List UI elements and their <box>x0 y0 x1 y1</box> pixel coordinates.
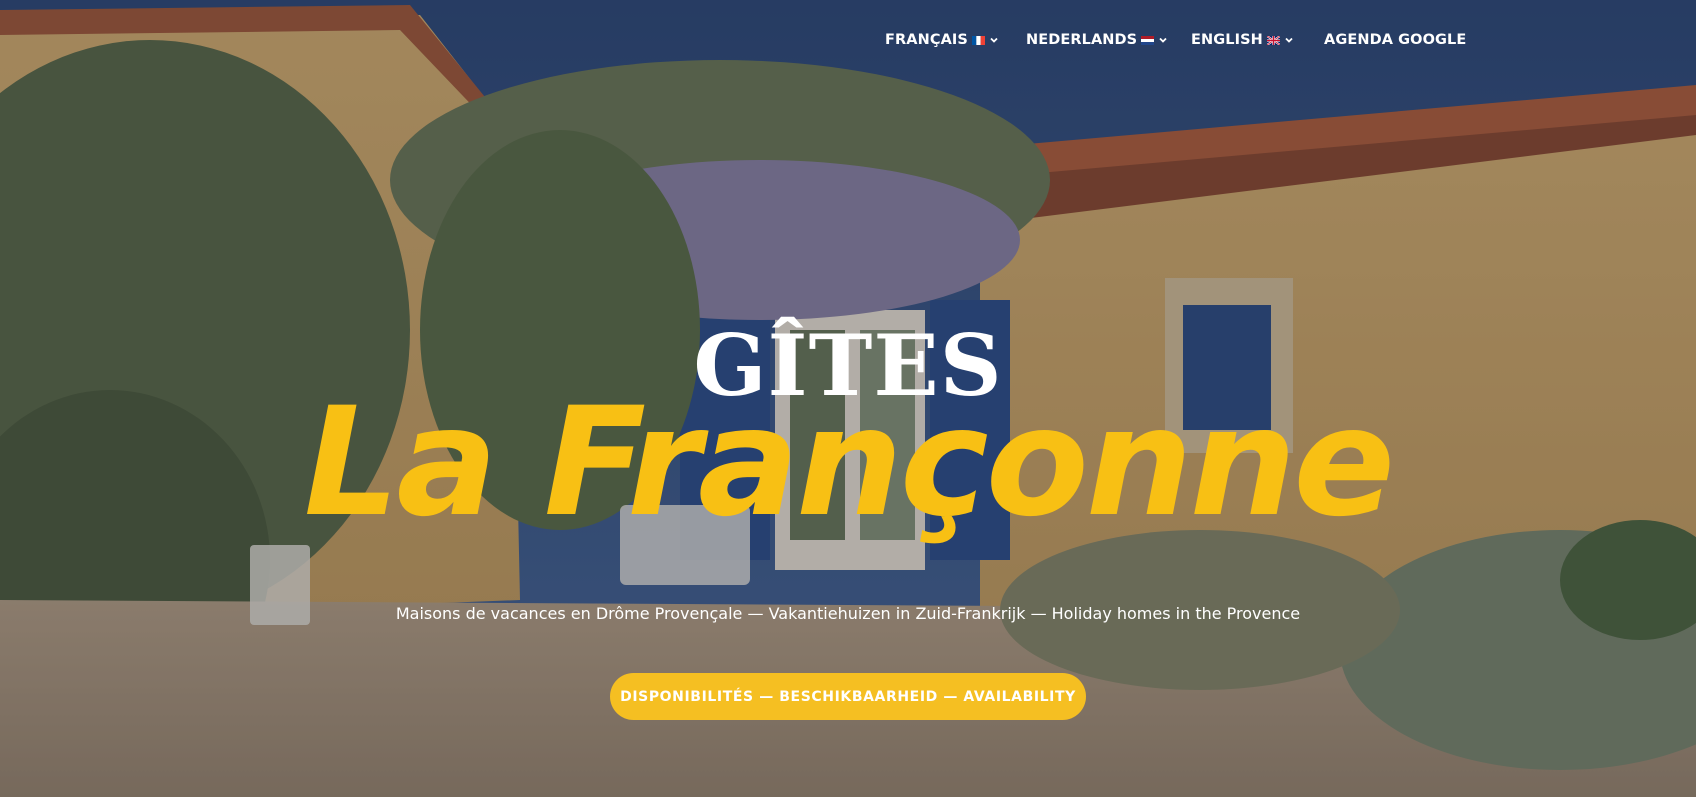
nav-item-label: NEDERLANDS <box>1026 32 1138 48</box>
chevron-down-icon <box>1284 35 1294 45</box>
chevron-down-icon <box>1158 35 1168 45</box>
nav-item-agenda-google[interactable]: AGENDA GOOGLE <box>1324 28 1466 52</box>
nav-item-label: AGENDA GOOGLE <box>1324 32 1467 48</box>
top-navigation: FRANÇAIS NEDERLANDS ENGLISH AGENDA GOOGL… <box>0 28 1696 52</box>
chevron-down-icon <box>989 35 999 45</box>
nav-item-english[interactable]: ENGLISH <box>1191 28 1294 52</box>
flag-uk-icon <box>1266 35 1280 45</box>
flag-nl-icon <box>1141 35 1155 45</box>
nav-item-label: ENGLISH <box>1191 32 1263 48</box>
hero-tagline: Maisons de vacances en Drôme Provençale … <box>395 604 1301 623</box>
flag-fr-icon <box>971 35 985 45</box>
nav-item-nederlands[interactable]: NEDERLANDS <box>1026 28 1168 52</box>
availability-button[interactable]: DISPONIBILITÉS — BESCHIKBAARHEID — AVAIL… <box>610 673 1086 720</box>
brand-title-script: La Françonne <box>303 376 1395 550</box>
hero-section: FRANÇAIS NEDERLANDS ENGLISH AGENDA GOOGL… <box>0 0 1696 797</box>
nav-item-label: FRANÇAIS <box>885 32 968 48</box>
nav-item-francais[interactable]: FRANÇAIS <box>885 28 999 52</box>
